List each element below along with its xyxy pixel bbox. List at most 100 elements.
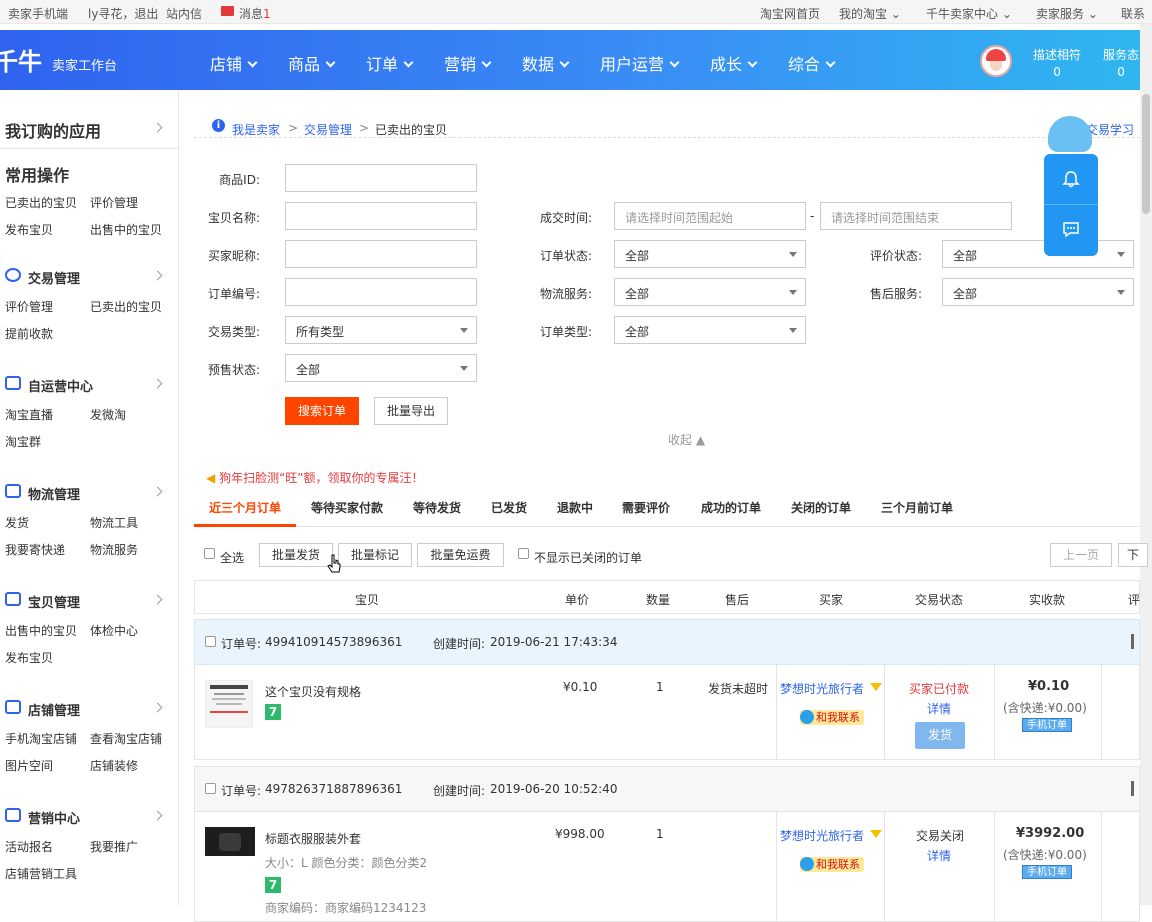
order-status-select[interactable]: 全部 xyxy=(614,240,806,268)
group-trade-mgmt[interactable]: 交易管理 xyxy=(28,268,80,287)
sidebar-item-logistics-service[interactable]: 物流服务 xyxy=(90,541,138,558)
group-item-mgmt[interactable]: 宝贝管理 xyxy=(28,592,80,611)
flag-icon[interactable] xyxy=(1131,634,1134,649)
breadcrumb-trade[interactable]: 交易管理 xyxy=(304,121,352,138)
chevron-right-icon[interactable] xyxy=(152,122,163,133)
tab-need-review[interactable]: 需要评价 xyxy=(622,499,670,516)
chevron-right-icon[interactable] xyxy=(152,702,163,713)
sidebar-item-selling[interactable]: 出售中的宝贝 xyxy=(5,622,77,639)
chevron-right-icon[interactable] xyxy=(152,810,163,821)
sidebar-item-on-sale[interactable]: 出售中的宝贝 xyxy=(90,221,162,238)
promo-banner[interactable]: ◀ 狗年扫脸测“旺”额，领取你的专属汪！ xyxy=(206,469,424,486)
sidebar-item-publish-item[interactable]: 发布宝贝 xyxy=(5,649,53,666)
contact-menu[interactable]: 联系 xyxy=(1121,5,1145,22)
sidebar-item-weitao[interactable]: 发微淘 xyxy=(90,406,126,423)
sidebar-item-send-express[interactable]: 我要寄快递 xyxy=(5,541,65,558)
time-end-input[interactable]: 请选择时间范围结束 xyxy=(820,202,1012,230)
chevron-right-icon[interactable] xyxy=(152,270,163,281)
group-logistics[interactable]: 物流管理 xyxy=(28,484,80,503)
tab-await-shipment[interactable]: 等待发货 xyxy=(413,499,461,516)
group-store-mgmt[interactable]: 店铺管理 xyxy=(28,700,80,719)
scroll-thumb[interactable] xyxy=(1142,94,1150,214)
order-no-input[interactable] xyxy=(285,278,477,306)
nav-growth[interactable]: 成长 xyxy=(710,51,756,75)
product-title[interactable]: 标题衣服服装外套 xyxy=(265,830,361,847)
prev-page-button[interactable]: 上一页 xyxy=(1050,543,1112,567)
filter-icon[interactable] xyxy=(870,830,882,838)
tab-older-orders[interactable]: 三个月前订单 xyxy=(881,499,953,516)
buyer-name[interactable]: 梦想时光旅行者 xyxy=(780,827,864,844)
sidebar-item-ship[interactable]: 发货 xyxy=(5,514,29,531)
batch-ship-button[interactable]: 批量发货 xyxy=(259,543,333,567)
qianniu-logo[interactable]: 千牛 xyxy=(0,42,42,77)
buyer-nick-input[interactable] xyxy=(285,240,477,268)
tab-success[interactable]: 成功的订单 xyxy=(701,499,761,516)
nav-general[interactable]: 综合 xyxy=(788,51,834,75)
group-marketing[interactable]: 营销中心 xyxy=(28,808,80,827)
buyer-name[interactable]: 梦想时光旅行者 xyxy=(780,680,864,697)
sidebar-item-group[interactable]: 淘宝群 xyxy=(5,433,41,450)
batch-export-button[interactable]: 批量导出 xyxy=(374,397,448,425)
sidebar-item-review-mgmt[interactable]: 评价管理 xyxy=(5,298,53,315)
time-start-input[interactable]: 请选择时间范围起始 xyxy=(614,202,806,230)
messages-link[interactable]: 消息1 xyxy=(239,5,271,22)
presale-select[interactable]: 全部 xyxy=(285,354,477,382)
order-checkbox[interactable] xyxy=(205,636,216,647)
next-page-button[interactable]: 下 xyxy=(1118,543,1148,567)
nav-user-ops[interactable]: 用户运营 xyxy=(600,51,678,75)
batch-free-shipping-button[interactable]: 批量免运费 xyxy=(417,543,504,567)
sidebar-item-logistics-tools[interactable]: 物流工具 xyxy=(90,514,138,531)
nav-goods[interactable]: 商品 xyxy=(288,51,334,75)
search-orders-button[interactable]: 搜索订单 xyxy=(285,397,359,425)
select-all-checkbox[interactable] xyxy=(204,548,215,559)
tab-await-payment[interactable]: 等待买家付款 xyxy=(311,499,383,516)
sidebar-item-checkup[interactable]: 体检中心 xyxy=(90,622,138,639)
contact-buyer-button[interactable]: 和我联系 xyxy=(800,710,864,725)
message-icon[interactable] xyxy=(1062,220,1080,238)
order-checkbox[interactable] xyxy=(205,783,216,794)
product-title[interactable]: 这个宝贝没有规格 xyxy=(265,683,361,700)
inbox-link[interactable]: 站内信 xyxy=(166,5,202,22)
sidebar-item-publish[interactable]: 发布宝贝 xyxy=(5,221,53,238)
user-logout-link[interactable]: ly寻花，退出 xyxy=(88,5,158,22)
sidebar-item-reviews[interactable]: 评价管理 xyxy=(90,194,138,211)
filter-icon[interactable] xyxy=(870,683,882,691)
nav-store[interactable]: 店铺 xyxy=(210,51,256,75)
sidebar-item-mobile-store[interactable]: 手机淘宝店铺 xyxy=(5,730,77,747)
collapse-toggle[interactable]: 收起 ▲ xyxy=(668,431,705,448)
qianniu-center-menu[interactable]: 千牛卖家中心 ⌄ xyxy=(926,5,1012,22)
review-status-select[interactable]: 全部 xyxy=(942,240,1134,268)
order-detail-link[interactable]: 详情 xyxy=(927,700,951,717)
sidebar-item-early-payment[interactable]: 提前收款 xyxy=(5,325,53,342)
ship-button[interactable]: 发货 xyxy=(915,722,965,749)
seller-service-menu[interactable]: 卖家服务 ⌄ xyxy=(1036,5,1098,22)
taobao-home-link[interactable]: 淘宝网首页 xyxy=(760,5,820,22)
flag-icon[interactable] xyxy=(1131,781,1134,796)
sidebar-item-live[interactable]: 淘宝直播 xyxy=(5,406,53,423)
chevron-right-icon[interactable] xyxy=(152,594,163,605)
tab-refunding[interactable]: 退款中 xyxy=(557,499,593,516)
sidebar-item-image-space[interactable]: 图片空间 xyxy=(5,757,53,774)
sidebar-item-sold-items[interactable]: 已卖出的宝贝 xyxy=(90,298,162,315)
order-type-select[interactable]: 全部 xyxy=(614,316,806,344)
nav-orders[interactable]: 订单 xyxy=(366,51,412,75)
nav-marketing[interactable]: 营销 xyxy=(444,51,490,75)
hide-closed-checkbox[interactable] xyxy=(518,548,529,559)
sidebar-item-events[interactable]: 活动报名 xyxy=(5,838,53,855)
bell-icon[interactable] xyxy=(1062,170,1080,188)
my-taobao-menu[interactable]: 我的淘宝 ⌄ xyxy=(839,5,901,22)
order-detail-link[interactable]: 详情 xyxy=(927,847,951,864)
item-name-input[interactable] xyxy=(285,202,477,230)
after-sale-select[interactable]: 全部 xyxy=(942,278,1134,306)
sidebar-item-decoration[interactable]: 店铺装修 xyxy=(90,757,138,774)
avatar[interactable] xyxy=(980,45,1012,77)
product-id-input[interactable] xyxy=(285,164,477,192)
tab-closed[interactable]: 关闭的订单 xyxy=(791,499,851,516)
nav-data[interactable]: 数据 xyxy=(522,51,568,75)
sidebar-item-promote[interactable]: 我要推广 xyxy=(90,838,138,855)
contact-buyer-button[interactable]: 和我联系 xyxy=(800,857,864,872)
chevron-right-icon[interactable] xyxy=(152,378,163,389)
breadcrumb-seller[interactable]: 我是卖家 xyxy=(232,121,280,138)
chevron-right-icon[interactable] xyxy=(152,486,163,497)
product-thumbnail[interactable] xyxy=(205,680,253,728)
